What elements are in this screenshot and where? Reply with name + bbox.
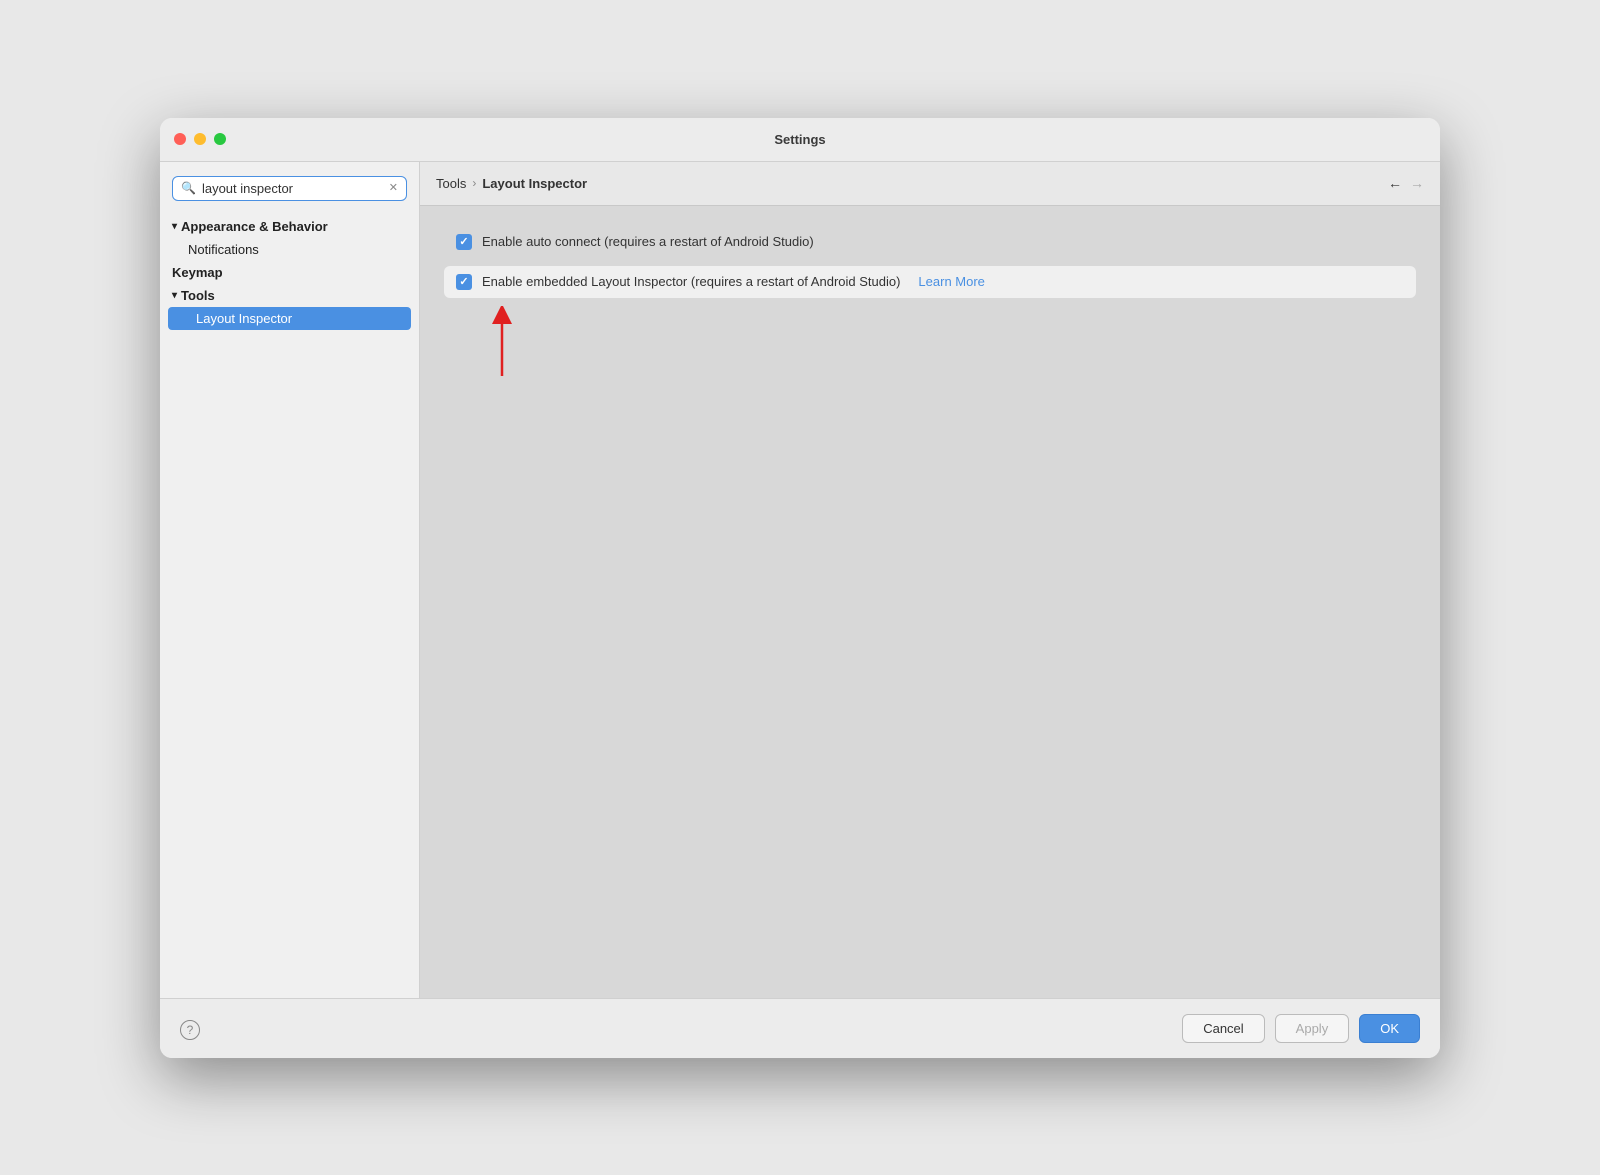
chevron-down-icon: ▾ [172,221,177,232]
chevron-down-icon: ▾ [172,290,177,301]
sidebar-item-tools[interactable]: ▾ Tools [160,284,419,307]
back-arrow-icon[interactable]: ← [1388,175,1402,191]
sidebar: 🔍 ✕ ▾ Appearance & Behavior Notification… [160,162,420,998]
search-icon: 🔍 [181,181,196,195]
ok-button[interactable]: OK [1359,1014,1420,1043]
sidebar-item-appearance[interactable]: ▾ Appearance & Behavior [160,215,419,238]
check-icon: ✓ [459,235,468,248]
sidebar-section: ▾ Appearance & Behavior Notifications Ke… [160,213,419,332]
forward-arrow-icon: → [1410,175,1424,191]
apply-button[interactable]: Apply [1275,1014,1350,1043]
learn-more-link[interactable]: Learn More [918,274,984,289]
sidebar-item-label: Tools [181,288,215,303]
breadcrumb-root: Tools [436,176,466,191]
search-box[interactable]: 🔍 ✕ [172,176,407,201]
content-panel: Tools › Layout Inspector ← → ✓ Enable au… [420,162,1440,998]
cancel-button[interactable]: Cancel [1182,1014,1264,1043]
clear-search-icon[interactable]: ✕ [389,183,398,194]
annotation-arrow [464,306,1416,386]
auto-connect-label: Enable auto connect (requires a restart … [482,234,814,249]
red-arrow-svg [482,306,522,386]
main-content: 🔍 ✕ ▾ Appearance & Behavior Notification… [160,162,1440,998]
settings-window: Settings 🔍 ✕ ▾ Appearance & Behavior Not… [160,118,1440,1058]
auto-connect-checkbox[interactable]: ✓ [456,234,472,250]
help-button[interactable]: ? [180,1020,200,1040]
embedded-label: Enable embedded Layout Inspector (requir… [482,274,900,289]
check-icon: ✓ [459,275,468,288]
nav-arrows: ← → [1388,175,1424,191]
sidebar-item-label: Appearance & Behavior [181,219,328,234]
breadcrumb: Tools › Layout Inspector [436,176,587,191]
sidebar-item-notifications[interactable]: Notifications [160,238,419,261]
auto-connect-row: ✓ Enable auto connect (requires a restar… [444,226,1416,258]
close-button[interactable] [174,133,186,145]
embedded-row: ✓ Enable embedded Layout Inspector (requ… [444,266,1416,298]
sidebar-item-label: Layout Inspector [196,311,292,326]
settings-content: ✓ Enable auto connect (requires a restar… [420,206,1440,998]
sidebar-item-label: Keymap [172,265,223,280]
content-header: Tools › Layout Inspector ← → [420,162,1440,206]
embedded-checkbox[interactable]: ✓ [456,274,472,290]
minimize-button[interactable] [194,133,206,145]
sidebar-item-label: Notifications [188,242,259,257]
breadcrumb-separator: › [472,176,476,190]
window-title: Settings [774,132,825,147]
search-input[interactable] [202,181,383,196]
footer: ? Cancel Apply OK [160,998,1440,1058]
sidebar-item-keymap[interactable]: Keymap [160,261,419,284]
traffic-lights [174,133,226,145]
breadcrumb-current: Layout Inspector [482,176,587,191]
sidebar-item-layout-inspector[interactable]: Layout Inspector [168,307,411,330]
maximize-button[interactable] [214,133,226,145]
title-bar: Settings [160,118,1440,162]
